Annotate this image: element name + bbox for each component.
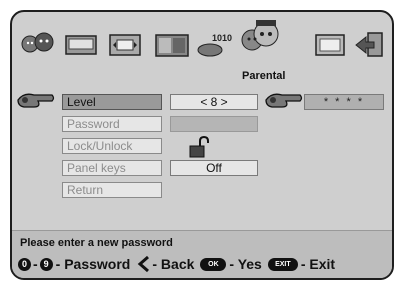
exit-hint: - Exit [300, 256, 336, 272]
key-9-icon: 9 [39, 257, 53, 271]
exit-key-icon: EXIT [267, 257, 298, 271]
window-icon[interactable] [314, 30, 346, 58]
binary-data-icon[interactable]: 1010 [196, 30, 236, 58]
password-value[interactable] [170, 116, 258, 132]
tv-screen-icon[interactable] [64, 30, 98, 58]
menu-item-panel-keys[interactable]: Panel keys [62, 160, 162, 176]
exit-door-icon[interactable] [354, 30, 386, 58]
password-hint: - Password [55, 256, 131, 272]
ok-key-icon: OK [200, 257, 227, 271]
language-icon[interactable] [20, 30, 56, 58]
back-hint: - Back [152, 256, 195, 272]
yes-hint: - Yes [229, 256, 262, 272]
pointing-hand-icon [16, 90, 56, 115]
active-tab-label: Parental [242, 70, 286, 82]
pointing-hand-icon [264, 90, 304, 115]
menu-tab-bar: 1010 Parental [12, 12, 392, 86]
menu-item-lock-unlock[interactable]: Lock/Unlock [62, 138, 162, 154]
parental-menu-panel: 1010 Parental Level Password Lock/Unlock… [10, 10, 394, 280]
password-mask-field: * * * * [304, 94, 384, 110]
menu-item-level[interactable]: Level [62, 94, 162, 110]
help-footer: Please enter a new password 0 - 9 - Pass… [12, 230, 392, 278]
menu-item-return[interactable]: Return [62, 182, 162, 198]
footer-message: Please enter a new password [20, 237, 173, 249]
menu-item-password[interactable]: Password [62, 116, 162, 132]
level-value[interactable]: < 8 > [170, 94, 258, 110]
channel-list-icon[interactable] [154, 30, 190, 58]
unlocked-padlock-icon [188, 135, 212, 163]
parental-family-icon[interactable] [238, 18, 282, 58]
picture-format-icon[interactable] [108, 30, 142, 58]
back-arrow-icon [136, 255, 152, 273]
panel-keys-value[interactable]: Off [170, 160, 258, 176]
svg-text:1010: 1010 [212, 33, 232, 43]
key-range-dash: - [33, 256, 38, 272]
key-hint-row: 0 - 9 - Password - Back OK - Yes EXIT - … [18, 253, 335, 275]
key-0-icon: 0 [18, 257, 31, 271]
